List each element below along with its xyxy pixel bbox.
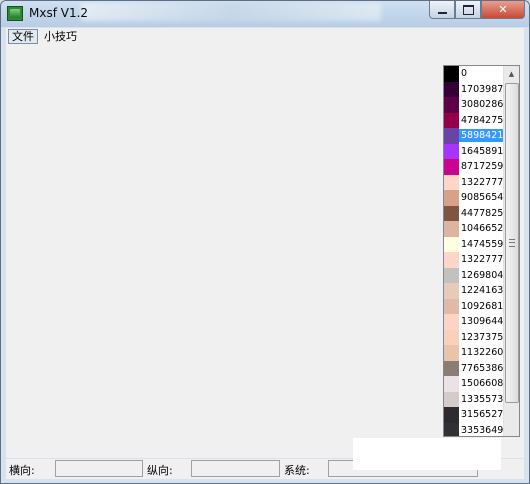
color-list-item[interactable]: 15066089: [444, 376, 510, 392]
color-swatch: [444, 159, 459, 175]
color-list-item[interactable]: 13096444: [444, 314, 510, 330]
color-value: 9085654: [461, 192, 504, 204]
color-value: 13227772: [461, 254, 510, 266]
color-list-item[interactable]: 16458917: [444, 143, 510, 159]
color-swatch: [444, 376, 459, 392]
menu-tips[interactable]: 小技巧: [40, 29, 81, 44]
horizontal-label: 横向:: [9, 464, 35, 477]
color-list-item[interactable]: 3156527: [444, 407, 506, 423]
color-list-item[interactable]: 13355732: [444, 391, 510, 407]
minimize-icon: [437, 11, 447, 14]
color-value: 4784275: [461, 114, 504, 126]
color-swatch: [444, 314, 459, 330]
minimize-button[interactable]: [429, 1, 455, 19]
horizontal-field: [55, 460, 143, 477]
color-swatch: [444, 66, 459, 82]
color-list-item[interactable]: 12373756: [444, 329, 510, 345]
color-list-item[interactable]: 10466525: [444, 221, 510, 237]
color-swatch: [444, 190, 459, 206]
color-value: 13355732: [461, 393, 510, 405]
color-swatch: [444, 205, 459, 221]
title-bar[interactable]: Mxsf V1.2 ✕: [1, 1, 529, 27]
color-swatch: [444, 221, 459, 237]
color-list-item[interactable]: 11322601: [444, 345, 510, 361]
color-swatch: [444, 81, 459, 97]
color-value: 10926815: [461, 300, 510, 312]
color-value: 4477825: [461, 207, 504, 219]
color-value: 0: [461, 68, 468, 80]
color-list-item[interactable]: 13227772: [444, 252, 510, 268]
color-value: 5898421: [459, 129, 506, 143]
menu-file[interactable]: 文件: [8, 29, 38, 44]
color-swatch: [444, 112, 459, 128]
maximize-button[interactable]: [455, 1, 481, 19]
color-value: 15066089: [461, 378, 510, 390]
close-icon: ✕: [498, 3, 508, 16]
color-value: 3080286: [461, 99, 504, 111]
vertical-field: [191, 460, 280, 477]
color-list-item[interactable]: 5898421: [444, 128, 506, 144]
scroll-thumb[interactable]: [505, 83, 519, 403]
close-button[interactable]: ✕: [481, 1, 525, 19]
color-list-item[interactable]: 10926815: [444, 298, 510, 314]
color-value: 3353649: [461, 424, 504, 436]
grip-icon: [509, 239, 515, 247]
color-swatch: [444, 174, 459, 190]
color-swatch: [444, 252, 459, 268]
system-label: 系统:: [284, 464, 310, 477]
vertical-label: 纵向:: [147, 464, 173, 477]
vertical-scrollbar[interactable]: ▲: [503, 66, 519, 436]
color-value: 12373756: [461, 331, 510, 343]
color-list-item[interactable]: 3080286: [444, 97, 506, 113]
color-value: 13227772: [461, 176, 510, 188]
menu-bar: 文件 小技巧: [6, 28, 524, 45]
color-swatch: [444, 391, 459, 407]
color-list-item[interactable]: 9085654: [444, 190, 506, 206]
white-overlay: [353, 438, 501, 470]
color-list-item[interactable]: 8717259: [444, 159, 506, 175]
color-value: 13096444: [461, 316, 510, 328]
color-list-item[interactable]: 7765386: [444, 360, 506, 376]
color-value: 1703987: [461, 83, 504, 95]
color-swatch: [444, 407, 459, 423]
color-swatch: [444, 422, 459, 436]
color-swatch: [444, 143, 459, 159]
color-value: 11322601: [461, 347, 510, 359]
color-value: 8717259: [461, 161, 504, 173]
color-value: 12241639: [461, 285, 510, 297]
color-value: 3156527: [461, 409, 504, 421]
color-list-item[interactable]: 3353649: [444, 422, 506, 436]
color-swatch: [444, 267, 459, 283]
window-title: Mxsf V1.2: [29, 6, 89, 20]
color-list-item[interactable]: 1703987: [444, 81, 506, 97]
color-swatch: [444, 345, 459, 361]
color-value: 12698049: [461, 269, 510, 281]
app-icon: [7, 6, 23, 21]
color-swatch: [444, 97, 459, 113]
color-swatch: [444, 128, 459, 144]
scroll-up-arrow-icon[interactable]: ▲: [504, 66, 519, 81]
color-value: 10466525: [461, 223, 510, 235]
maximize-icon: [462, 4, 474, 15]
color-value: 14745599: [461, 238, 510, 250]
color-swatch: [444, 360, 459, 376]
color-value: 7765386: [461, 362, 504, 374]
caption-buttons: ✕: [429, 1, 525, 19]
color-listbox[interactable]: 0 1703987 3080286 4784275 5898421 16458917 871…: [443, 65, 520, 437]
blurred-background: [81, 3, 381, 21]
color-list-item[interactable]: 4784275: [444, 112, 506, 128]
color-list-item[interactable]: 14745599: [444, 236, 510, 252]
color-swatch: [444, 298, 459, 314]
color-swatch: [444, 283, 459, 299]
color-list-item[interactable]: 12241639: [444, 283, 510, 299]
color-swatch: [444, 329, 459, 345]
color-list-item[interactable]: 13227772: [444, 174, 510, 190]
color-list-item[interactable]: 4477825: [444, 205, 506, 221]
color-list-item[interactable]: 0: [444, 66, 506, 82]
color-swatch: [444, 236, 459, 252]
color-value: 16458917: [461, 145, 510, 157]
color-list-item[interactable]: 12698049: [444, 267, 510, 283]
